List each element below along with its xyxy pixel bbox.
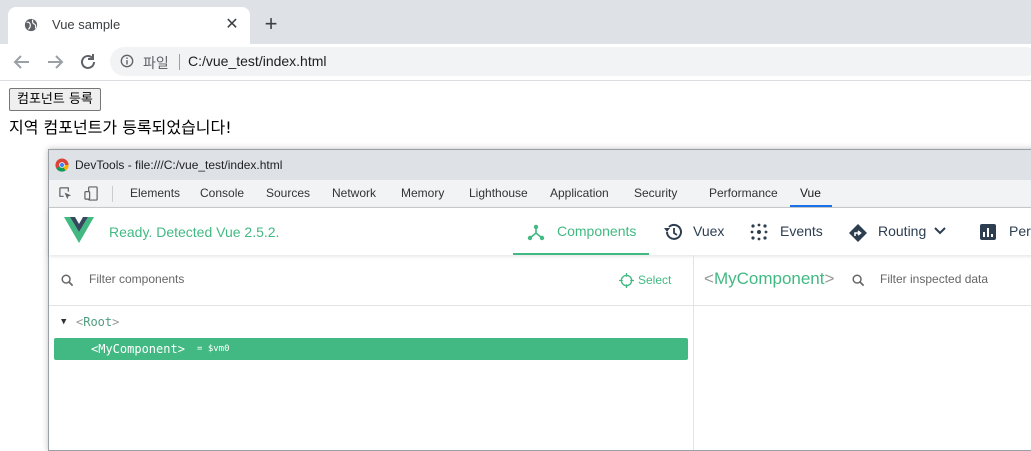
nav-components-label: Components bbox=[557, 223, 637, 239]
tab-elements[interactable]: Elements bbox=[130, 186, 180, 200]
tab-memory[interactable]: Memory bbox=[401, 186, 444, 200]
chrome-icon bbox=[55, 158, 69, 172]
components-icon bbox=[527, 224, 545, 241]
nav-events-label: Events bbox=[780, 223, 823, 239]
root-node-label: <Root> bbox=[76, 315, 120, 329]
crosshair-icon bbox=[619, 273, 634, 288]
vue-devtools-header: Ready. Detected Vue 2.5.2. Components Vu… bbox=[49, 208, 1031, 255]
url-text: C:/vue_test/index.html bbox=[188, 53, 327, 69]
select-label: Select bbox=[638, 273, 672, 287]
inspected-component-name: MyComponent bbox=[713, 269, 825, 288]
tab-performance[interactable]: Performance bbox=[709, 186, 778, 200]
tab-lighthouse[interactable]: Lighthouse bbox=[469, 186, 528, 200]
register-component-button[interactable]: 컴포넌트 등록 bbox=[9, 88, 101, 111]
search-icon bbox=[61, 274, 74, 287]
devtools-window-title: DevTools - file:///C:/vue_test/index.htm… bbox=[75, 158, 283, 172]
tab-bar-divider bbox=[112, 186, 113, 202]
back-arrow-icon[interactable] bbox=[10, 50, 34, 74]
tab-sources[interactable]: Sources bbox=[266, 186, 310, 200]
browser-tab-strip: Vue sample ✕ + bbox=[0, 0, 1031, 44]
close-tab-icon[interactable]: ✕ bbox=[222, 15, 242, 35]
forward-arrow-icon[interactable] bbox=[43, 50, 67, 74]
info-icon[interactable] bbox=[120, 54, 134, 68]
tab-security[interactable]: Security bbox=[634, 186, 677, 200]
vue-logo-icon bbox=[64, 217, 94, 243]
inspected-component-title: <MyComponent> bbox=[704, 269, 835, 288]
bar-chart-icon bbox=[980, 224, 996, 240]
component-filter-bar: Select bbox=[49, 255, 693, 306]
inspector-header: <MyComponent> bbox=[694, 255, 1031, 306]
vm-reference: = $vm0 bbox=[197, 344, 230, 354]
root-node-name: Root bbox=[83, 315, 113, 329]
tab-title: Vue sample bbox=[52, 17, 121, 32]
device-toggle-icon[interactable] bbox=[84, 186, 99, 201]
filter-inspected-data-input[interactable] bbox=[878, 271, 1031, 287]
directions-icon bbox=[849, 224, 867, 242]
inspector-pane: <MyComponent> bbox=[694, 255, 1031, 450]
address-bar[interactable]: 파일 C:/vue_test/index.html bbox=[110, 47, 1031, 76]
nav-vuex-label: Vuex bbox=[693, 223, 725, 239]
tab-application[interactable]: Application bbox=[550, 186, 609, 200]
history-icon bbox=[664, 223, 682, 240]
search-icon bbox=[852, 274, 865, 287]
component-tree-pane: Select ▼ <Root> <MyComponent> = $vm0 bbox=[49, 255, 694, 450]
browser-toolbar: 파일 C:/vue_test/index.html bbox=[0, 44, 1031, 81]
tab-console[interactable]: Console bbox=[200, 186, 244, 200]
selected-node-name: MyComponent bbox=[98, 342, 178, 356]
devtools-titlebar: DevTools - file:///C:/vue_test/index.htm… bbox=[49, 150, 1031, 180]
omnibox-divider bbox=[179, 54, 180, 70]
nav-routing-label: Routing bbox=[878, 223, 927, 239]
tab-vue[interactable]: Vue bbox=[800, 186, 821, 200]
events-icon bbox=[750, 223, 768, 241]
page-message: 지역 컴포넌트가 등록되었습니다! bbox=[9, 118, 232, 137]
selected-node-label: <MyComponent> bbox=[91, 342, 185, 356]
expand-triangle-icon[interactable]: ▼ bbox=[61, 317, 66, 327]
filter-components-input[interactable] bbox=[87, 271, 491, 287]
chevron-down-icon bbox=[934, 227, 946, 235]
vue-status-text: Ready. Detected Vue 2.5.2. bbox=[109, 224, 280, 240]
globe-icon bbox=[24, 18, 38, 32]
devtools-window: DevTools - file:///C:/vue_test/index.htm… bbox=[48, 149, 1031, 451]
tab-network[interactable]: Network bbox=[332, 186, 376, 200]
url-scheme-label: 파일 bbox=[143, 55, 169, 71]
devtools-tab-bar: Elements Console Sources Network Memory … bbox=[49, 180, 1031, 208]
inspect-element-icon[interactable] bbox=[58, 186, 73, 201]
nav-performance-label: Perf bbox=[1009, 223, 1031, 239]
reload-icon[interactable] bbox=[76, 50, 100, 74]
tree-node-selected[interactable]: <MyComponent> = $vm0 bbox=[54, 338, 688, 360]
active-tab-indicator bbox=[790, 205, 832, 207]
browser-tab[interactable]: Vue sample ✕ bbox=[8, 7, 250, 44]
new-tab-icon[interactable]: + bbox=[260, 13, 282, 35]
